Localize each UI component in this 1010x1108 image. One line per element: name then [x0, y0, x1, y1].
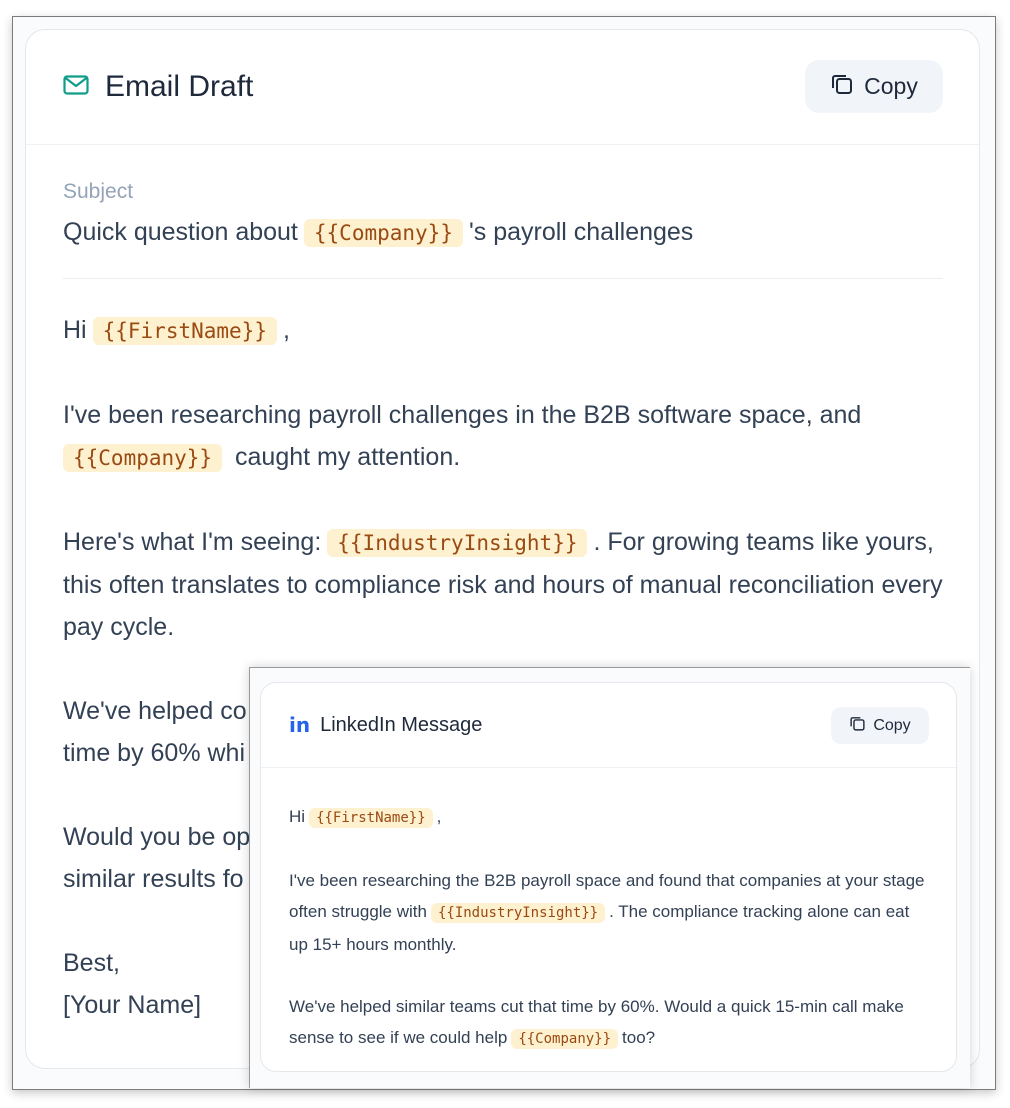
- linkedin-greeting: Hi {{FirstName}},: [289, 801, 929, 834]
- email-paragraph-1: I've been researching payroll challenges…: [63, 394, 943, 479]
- subject-label: Subject: [63, 180, 134, 203]
- paragraph-text: We've helped co: [63, 697, 247, 725]
- mail-icon: [63, 74, 89, 100]
- signoff-text: Best,: [63, 949, 120, 977]
- subject-line: Quick question about {{Company}}'s payrol…: [63, 212, 943, 253]
- linkedin-copy-button[interactable]: Copy: [831, 707, 929, 744]
- subject-text-end: 's payroll challenges: [468, 218, 694, 246]
- paragraph-text: caught my attention.: [235, 443, 461, 471]
- email-copy-button[interactable]: Copy: [805, 60, 943, 113]
- company-tag: {{Company}}: [303, 219, 463, 247]
- email-header: Email Draft Copy: [26, 30, 979, 145]
- email-greeting: Hi {{FirstName}},: [63, 309, 943, 352]
- subject-divider: [63, 278, 943, 279]
- copy-icon: [830, 72, 854, 102]
- copy-icon: [849, 715, 866, 737]
- email-paragraph-2: Here's what I'm seeing: {{IndustryInsight…: [63, 521, 943, 648]
- linkedin-paragraph-1: I've been researching the B2B payroll sp…: [289, 865, 929, 960]
- paragraph-text: Would you be op: [63, 823, 251, 851]
- paragraph-text: too?: [622, 1028, 656, 1047]
- paragraph-text: I've been researching payroll challenges…: [63, 401, 862, 429]
- subject-text: Quick question about: [63, 218, 298, 246]
- greeting-comma: ,: [282, 316, 290, 344]
- linkedin-window: in LinkedIn Message Copy Hi {{FirstName}}…: [249, 667, 970, 1088]
- firstname-tag: {{FirstName}}: [309, 808, 433, 828]
- email-title: Email Draft: [63, 70, 253, 104]
- paragraph-text: similar results fo: [63, 865, 244, 893]
- industry-insight-tag: {{IndustryInsight}}: [430, 903, 606, 923]
- linkedin-message-body: Hi {{FirstName}}, I've been researching t…: [289, 801, 929, 1071]
- linkedin-title: in LinkedIn Message: [289, 713, 482, 737]
- linkedin-title-text: LinkedIn Message: [320, 713, 483, 736]
- signature-text: [Your Name]: [63, 991, 202, 1019]
- email-copy-label: Copy: [864, 73, 918, 99]
- linkedin-paragraph-2: We've helped similar teams cut that time…: [289, 991, 929, 1055]
- industry-insight-tag: {{IndustryInsight}}: [327, 529, 588, 557]
- firstname-tag: {{FirstName}}: [92, 317, 277, 345]
- linkedin-header: in LinkedIn Message Copy: [261, 683, 956, 768]
- greeting-text: Hi: [289, 807, 306, 826]
- linkedin-copy-label: Copy: [873, 716, 911, 734]
- paragraph-text: Here's what I'm seeing:: [63, 528, 322, 556]
- company-tag: {{Company}}: [511, 1029, 619, 1049]
- greeting-comma: ,: [436, 807, 442, 826]
- linkedin-icon: in: [289, 713, 311, 737]
- linkedin-message-card: in LinkedIn Message Copy Hi {{FirstName}}…: [260, 682, 957, 1072]
- email-title-text: Email Draft: [105, 70, 254, 103]
- paragraph-text: time by 60% whi: [63, 739, 246, 767]
- greeting-text: Hi: [63, 316, 87, 344]
- company-tag: {{Company}}: [63, 444, 223, 472]
